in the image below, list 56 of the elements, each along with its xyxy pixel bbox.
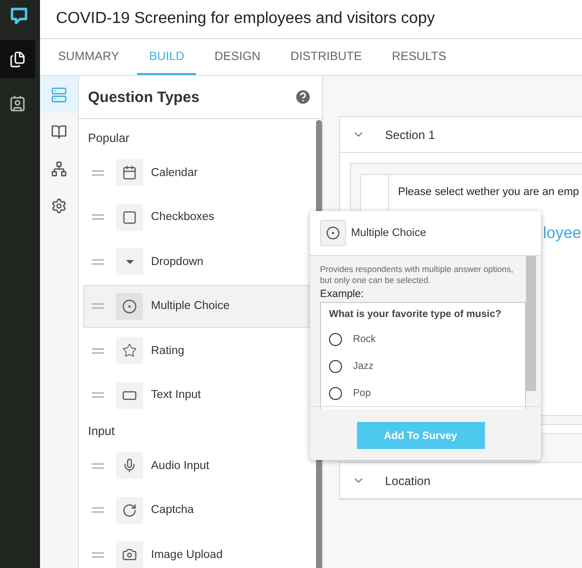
- refresh-icon: [122, 502, 137, 518]
- question-type-item[interactable]: Checkboxes: [83, 196, 313, 238]
- drag-handle-icon[interactable]: [92, 552, 104, 558]
- documents-icon[interactable]: [9, 50, 26, 68]
- drag-handle-icon[interactable]: [92, 303, 104, 309]
- question-text: Please select wether you are an emp: [398, 186, 580, 198]
- question-type-item[interactable]: Multiple Choice: [83, 284, 313, 328]
- tab[interactable]: SUMMARY: [46, 39, 132, 75]
- option-label: Pop: [353, 388, 371, 399]
- question-type-item[interactable]: Rating: [83, 329, 313, 372]
- question-type-item[interactable]: Image Upload: [83, 533, 313, 568]
- example-question: What is your favorite type of music?: [329, 309, 502, 320]
- group-heading: Popular: [87, 130, 130, 147]
- radio-button[interactable]: [329, 360, 342, 373]
- settings-icon[interactable]: [51, 198, 67, 214]
- example-label: Example:: [320, 288, 365, 300]
- drag-handle-icon[interactable]: [92, 348, 104, 354]
- branch-icon[interactable]: [51, 160, 67, 176]
- option-label: Jazz: [353, 361, 374, 372]
- description-text: Provides respondents with multiple answer options, but only one can be selected.: [320, 264, 514, 286]
- tab[interactable]: RESULTS: [380, 39, 458, 75]
- radio-icon: [122, 298, 137, 314]
- logo-icon[interactable]: [9, 6, 29, 26]
- drag-handle-icon[interactable]: [92, 170, 104, 176]
- radio-icon: [326, 226, 340, 240]
- section-title: Section 1: [385, 128, 436, 142]
- contact-card-icon[interactable]: [9, 94, 26, 112]
- drag-handle-icon[interactable]: [92, 462, 104, 468]
- radio-button[interactable]: [329, 333, 342, 346]
- camera-icon: [122, 547, 137, 562]
- panel-title: Question Types: [88, 88, 200, 106]
- question-type-item[interactable]: Audio Input: [83, 444, 313, 487]
- popover-title: Multiple Choice: [351, 227, 426, 239]
- group-heading: Input: [87, 423, 116, 440]
- tab[interactable]: DESIGN: [202, 39, 272, 75]
- question-type-item[interactable]: Text Input: [83, 374, 313, 416]
- drag-handle-icon[interactable]: [92, 258, 104, 264]
- section-title: Location: [385, 474, 430, 488]
- question-type-item[interactable]: Calendar: [83, 151, 313, 194]
- checkbox-icon: [122, 210, 137, 224]
- help-icon[interactable]: [294, 88, 312, 106]
- survey-title: COVID-19 Screening for employees and visitors copy: [56, 10, 435, 28]
- option-label: Rock: [353, 334, 376, 345]
- question-type-item[interactable]: Dropdown: [83, 240, 313, 283]
- question-type-item[interactable]: Captcha: [83, 488, 313, 532]
- drag-handle-icon[interactable]: [92, 214, 104, 220]
- star-icon: [122, 343, 137, 358]
- book-icon[interactable]: [51, 124, 67, 140]
- scrollbar[interactable]: [526, 256, 536, 391]
- tab[interactable]: DISTRIBUTE: [278, 39, 374, 75]
- drag-handle-icon[interactable]: [92, 507, 104, 513]
- drag-handle-icon[interactable]: [92, 392, 104, 398]
- radio-button[interactable]: [329, 387, 342, 400]
- caret-icon: [124, 258, 134, 264]
- microphone-icon: [122, 458, 137, 473]
- calendar-icon: [122, 165, 137, 180]
